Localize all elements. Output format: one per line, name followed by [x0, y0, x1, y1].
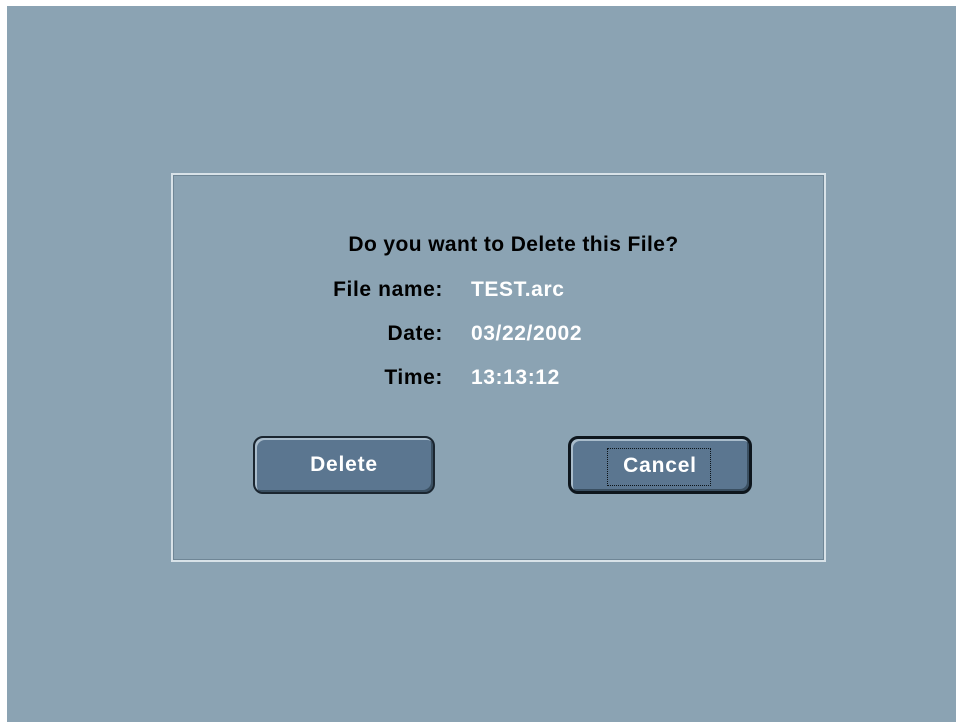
screen-background: Do you want to Delete this File? File na…: [7, 6, 956, 722]
time-label: Time:: [384, 366, 443, 389]
file-name-label: File name:: [333, 278, 443, 301]
file-name-label-col: File name:: [173, 278, 443, 304]
delete-button[interactable]: Delete: [253, 436, 435, 494]
cancel-button-label: Cancel: [623, 454, 697, 477]
time-value: 13:13:12: [471, 366, 560, 389]
file-name-row: File name: TEST.arc: [173, 278, 824, 304]
delete-button-label: Delete: [310, 453, 378, 476]
time-label-col: Time:: [173, 366, 443, 392]
date-value: 03/22/2002: [471, 322, 583, 345]
delete-confirm-dialog: Do you want to Delete this File? File na…: [171, 173, 826, 562]
dialog-question: Do you want to Delete this File?: [348, 233, 679, 256]
time-row: Time: 13:13:12: [173, 366, 824, 392]
date-row: Date: 03/22/2002: [173, 322, 824, 348]
file-name-value: TEST.arc: [471, 278, 565, 301]
cancel-button[interactable]: Cancel: [568, 436, 752, 494]
date-label: Date:: [387, 322, 443, 345]
date-label-col: Date:: [173, 322, 443, 348]
